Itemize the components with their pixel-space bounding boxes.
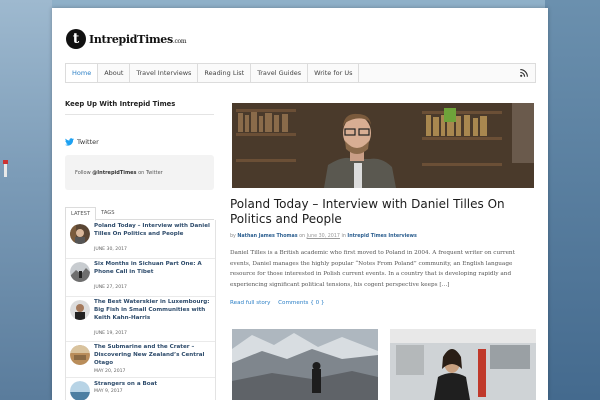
- nav-write-for-us[interactable]: Write for Us: [308, 64, 360, 82]
- post-card-image[interactable]: [390, 329, 536, 400]
- post-title-link[interactable]: Strangers on a Boat: [94, 381, 211, 389]
- latest-posts-list: Poland Today – Interview with Daniel Til…: [65, 220, 216, 400]
- featured-image[interactable]: [232, 103, 534, 188]
- article-actions: Read full story Comments { 0 }: [230, 300, 331, 306]
- twitter-follow-text: Follow @IntrepidTimes on Twitter: [75, 170, 163, 176]
- twitter-label: Twitter: [77, 138, 99, 146]
- twitter-bird-icon: [65, 138, 74, 146]
- twitter-follow-prefix: Follow: [75, 170, 93, 176]
- meta-on: on: [299, 234, 306, 239]
- nav-about[interactable]: About: [98, 64, 131, 82]
- post-date: JUNE 27, 2017: [94, 285, 127, 290]
- rss-icon[interactable]: [520, 69, 528, 77]
- post-date: JUNE 30, 2017: [94, 247, 127, 252]
- article-meta: by Nathan James Thomas on June 30, 2017 …: [230, 234, 417, 239]
- background-sea-right: [545, 0, 600, 400]
- post-date: JUNE 19, 2017: [94, 331, 127, 336]
- post-title-link[interactable]: Poland Today – Interview with Daniel Til…: [94, 223, 211, 239]
- main-navigation: Home About Travel Interviews Reading Lis…: [65, 63, 536, 83]
- sidebar-title: Keep Up With Intrepid Times: [65, 100, 176, 108]
- tab-latest[interactable]: LATEST: [65, 207, 97, 221]
- post-card-image[interactable]: [232, 329, 378, 400]
- post-thumbnail: [70, 224, 90, 244]
- twitter-handle-link[interactable]: @IntrepidTimes: [92, 170, 136, 176]
- tab-tags[interactable]: TAGS: [96, 207, 120, 219]
- nav-home[interactable]: Home: [66, 64, 99, 82]
- post-title-link[interactable]: Six Months in Sichuan Part One: A Phone …: [94, 261, 211, 277]
- sidebar-divider: [65, 114, 214, 115]
- logo-name: IntrepidTimes: [89, 32, 173, 46]
- twitter-widget: Follow @IntrepidTimes on Twitter: [65, 155, 214, 190]
- post-date: MAY 20, 2017: [94, 369, 126, 374]
- nav-travel-interviews[interactable]: Travel Interviews: [130, 64, 199, 82]
- twitter-heading: Twitter: [65, 138, 99, 146]
- post-title-link[interactable]: The Submarine and the Crater – Discoveri…: [94, 344, 211, 367]
- post-thumbnail: [70, 381, 90, 400]
- read-full-story-link[interactable]: Read full story: [230, 300, 270, 306]
- post-thumbnail: [70, 345, 90, 365]
- article-excerpt: Daniel Tilles is a British academic who …: [230, 250, 515, 288]
- site-logo[interactable]: t IntrepidTimes.com: [66, 28, 187, 50]
- lighthouse-decoration: [3, 160, 8, 177]
- list-item[interactable]: The Submarine and the Crater – Discoveri…: [66, 341, 215, 378]
- logo-wordmark: IntrepidTimes.com: [89, 32, 187, 46]
- comments-link[interactable]: Comments { 0 }: [278, 300, 324, 306]
- nav-travel-guides[interactable]: Travel Guides: [251, 64, 309, 82]
- meta-in: in: [341, 234, 346, 239]
- post-date: MAY 9, 2017: [94, 389, 123, 394]
- list-item[interactable]: Poland Today – Interview with Daniel Til…: [66, 220, 215, 259]
- logo-domain: .com: [172, 37, 187, 45]
- list-item[interactable]: Strangers on a Boat MAY 9, 2017: [66, 377, 215, 400]
- category-link[interactable]: Intrepid Times Interviews: [347, 234, 416, 239]
- background-sea-left: [0, 0, 52, 400]
- list-item[interactable]: The Best Waterskier in Luxembourg: Big F…: [66, 296, 215, 342]
- post-thumbnail: [70, 300, 90, 320]
- logo-mark: t: [66, 29, 86, 49]
- sidebar-tabs: LATEST TAGS: [65, 207, 214, 221]
- article-date: June 30, 2017: [306, 234, 340, 239]
- page-container: t IntrepidTimes.com Home About Travel In…: [52, 8, 548, 400]
- post-thumbnail: [70, 262, 90, 282]
- twitter-follow-suffix: on Twitter: [136, 170, 163, 176]
- author-link[interactable]: Nathan James Thomas: [237, 234, 297, 239]
- article-title-link[interactable]: Poland Today – Interview with Daniel Til…: [230, 197, 535, 227]
- list-item[interactable]: Six Months in Sichuan Part One: A Phone …: [66, 258, 215, 297]
- post-title-link[interactable]: The Best Waterskier in Luxembourg: Big F…: [94, 299, 211, 322]
- nav-reading-list[interactable]: Reading List: [198, 64, 252, 82]
- meta-by: by: [230, 234, 236, 239]
